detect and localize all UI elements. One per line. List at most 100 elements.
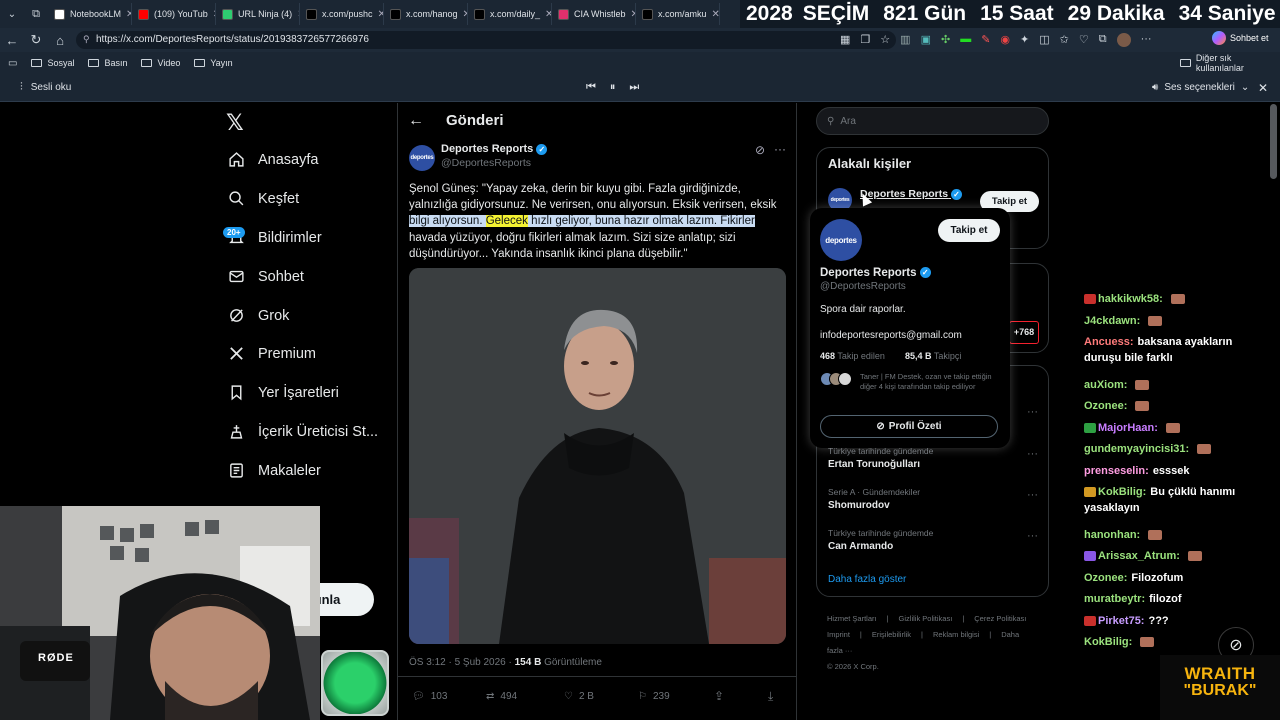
extension-icon[interactable]: ◉ [1000, 33, 1010, 47]
share-icon[interactable]: ⇪ [714, 689, 724, 703]
nav-item-creator[interactable]: İçerik Üreticisi St... [228, 423, 378, 440]
tab-close-icon[interactable]: ✕ [545, 9, 551, 20]
back-button[interactable]: ← [0, 33, 24, 48]
workspaces-icon[interactable]: ⧉ [24, 8, 48, 21]
nav-item-mail[interactable]: Sohbet [228, 268, 304, 285]
other-bookmarks[interactable]: Diğer sık kullanılanlar [1180, 53, 1280, 73]
pause-icon[interactable]: ⏸ [610, 81, 616, 94]
chat-username[interactable]: prenseselin: [1084, 465, 1149, 477]
collections-icon[interactable]: ⧉ [1099, 33, 1107, 47]
extension-icon[interactable]: ✣ [941, 33, 950, 47]
bookmark-folder-sosyal[interactable]: Sosyal [31, 58, 74, 68]
author-handle[interactable]: @DeportesReports [441, 157, 531, 169]
trend-more-icon[interactable]: ··· [1027, 489, 1038, 501]
chat-username[interactable]: Arissax_Atrum: [1098, 550, 1180, 562]
chat-username[interactable]: auXiom: [1084, 379, 1127, 391]
card-follow-button[interactable]: Takip et [938, 219, 1000, 242]
trend-more-icon[interactable]: ··· [1027, 448, 1038, 460]
browser-tab[interactable]: x.com/hanog✕ [384, 3, 468, 25]
nav-item-x[interactable]: Premium [228, 345, 316, 362]
chat-username[interactable]: Ancuess: [1084, 336, 1134, 348]
nav-item-bookmark[interactable]: Yer İşaretleri [228, 384, 339, 401]
next-icon[interactable]: ⏭ [629, 81, 639, 94]
sidebar-toggle-icon[interactable]: ▭ [8, 58, 17, 69]
previous-icon[interactable]: ⏮ [586, 81, 596, 94]
author-name[interactable]: Deportes Reports [441, 143, 533, 155]
trend-item[interactable]: Türkiye tarihinde gündemde Can Armando [828, 528, 933, 552]
chat-username[interactable]: KokBilig: [1098, 486, 1146, 498]
chat-username[interactable]: Ozonee: [1084, 400, 1127, 412]
repost-button[interactable]: ⇄ 494 [486, 691, 517, 702]
card-following[interactable]: 468 Takip edilen [820, 351, 885, 361]
browser-tab[interactable]: URL Ninja (4)✕ [216, 3, 300, 25]
card-avatar[interactable]: deportes [820, 219, 862, 261]
puzzle-icon[interactable]: ✦ [1020, 33, 1029, 47]
x-logo-icon[interactable]: 𝕏 [226, 111, 244, 136]
chat-username[interactable]: J4ckdawn: [1084, 315, 1140, 327]
browser-tab[interactable]: CIA Whistleb✕ [552, 3, 636, 25]
nav-item-home[interactable]: Anasayfa [228, 151, 318, 168]
download-icon[interactable]: ⤓ [768, 689, 773, 704]
bookmark-button[interactable]: ⚐ 239 [638, 691, 670, 702]
close-icon[interactable]: ✕ [1258, 81, 1268, 95]
extension-icon[interactable]: ▣ [921, 33, 931, 47]
nav-item-grok[interactable]: Grok [228, 307, 289, 324]
profile-avatar[interactable] [1116, 33, 1131, 47]
chat-username[interactable]: hanonhan: [1084, 529, 1140, 541]
home-button[interactable]: ⌂ [48, 33, 72, 48]
browser-tab[interactable]: NotebookLM✕ [48, 3, 132, 25]
footer-link[interactable]: Çerez Politikası [974, 614, 1026, 623]
chat-username[interactable]: KokBilig: [1084, 636, 1132, 648]
copilot-button[interactable]: Sohbet et [1212, 31, 1269, 45]
heart-icon[interactable]: ♡ [1079, 33, 1089, 47]
extension-icon[interactable]: ▥ [900, 33, 910, 47]
chat-username[interactable]: gundemyayincisi31: [1084, 443, 1189, 455]
nav-item-search[interactable]: Keşfet [228, 190, 299, 207]
favorites-icon[interactable]: ✩ [1060, 33, 1069, 47]
nav-item-article[interactable]: Makaleler [228, 462, 321, 479]
post-image[interactable] [409, 268, 786, 644]
voice-options-button[interactable]: 🔊︎ Ses seçenekleri ⌄ [1152, 82, 1249, 93]
bookmark-folder-video[interactable]: Video [141, 58, 180, 68]
trend-item[interactable]: Serie A · Gündemdekiler Shomurodov [828, 487, 920, 511]
split-screen-icon[interactable]: ◫ [1039, 33, 1049, 47]
grok-icon[interactable]: ⊘ [755, 143, 765, 157]
chat-username[interactable]: Ozonee: [1084, 572, 1127, 584]
bookmark-folder-basin[interactable]: Basın [88, 58, 127, 68]
trend-more-icon[interactable]: ··· [1027, 406, 1038, 418]
card-handle[interactable]: @DeportesReports [820, 281, 906, 292]
like-button[interactable]: ♡ 2 B [564, 691, 594, 702]
author-avatar[interactable]: deportes [409, 145, 435, 171]
footer-link[interactable]: Reklam bilgisi [933, 630, 979, 639]
chat-username[interactable]: hakkikwk58: [1098, 293, 1163, 305]
footer-link[interactable]: Imprint [827, 630, 850, 639]
grid-icon[interactable]: ▦ [840, 33, 850, 47]
trend-more-icon[interactable]: ··· [1027, 530, 1038, 542]
browser-tab[interactable]: x.com/daily_ ✕ [468, 3, 552, 25]
extension-icon[interactable]: ✎ [981, 33, 990, 47]
chat-username[interactable]: MajorHaan: [1098, 422, 1158, 434]
related-name[interactable]: Deportes Reports ✓ [860, 188, 963, 200]
scrollbar[interactable] [1270, 104, 1277, 179]
url-field[interactable]: ⚲ https://x.com/DeportesReports/status/2… [76, 31, 896, 49]
reader-icon[interactable]: ❐ [860, 33, 870, 47]
more-options-icon[interactable]: ··· [774, 142, 786, 156]
browser-tab[interactable]: x.com/amku ✕ [636, 3, 720, 25]
reload-button[interactable]: ↻ [24, 32, 48, 48]
favorite-star-icon[interactable]: ☆ [880, 33, 890, 47]
trend-item[interactable]: Türkiye tarihinde gündemde Ertan Torunoğu… [828, 446, 933, 470]
browser-tab[interactable]: x.com/pushc✕ [300, 3, 384, 25]
back-arrow-icon[interactable]: ← [408, 112, 424, 130]
site-info-icon[interactable]: ⚲ [83, 34, 90, 45]
footer-link[interactable]: Gizlilik Politikası [899, 614, 953, 623]
browser-tab[interactable]: (109) YouTub✕ [132, 3, 216, 25]
bookmark-folder-yayin[interactable]: Yayın [194, 58, 233, 68]
chat-username[interactable]: Pirket75: [1098, 615, 1144, 627]
reply-button[interactable]: 💬︎ 103 [412, 691, 447, 702]
card-followers[interactable]: 85,4 B Takipçi [905, 351, 961, 361]
show-more-link[interactable]: Daha fazla göster [828, 574, 906, 585]
search-input[interactable]: ⚲ Ara [816, 107, 1049, 135]
chat-username[interactable]: muratbeytr: [1084, 593, 1145, 605]
tab-menu-button[interactable]: ⌄ [0, 3, 24, 25]
author-name-row[interactable]: Deportes Reports ✓ [441, 143, 548, 155]
